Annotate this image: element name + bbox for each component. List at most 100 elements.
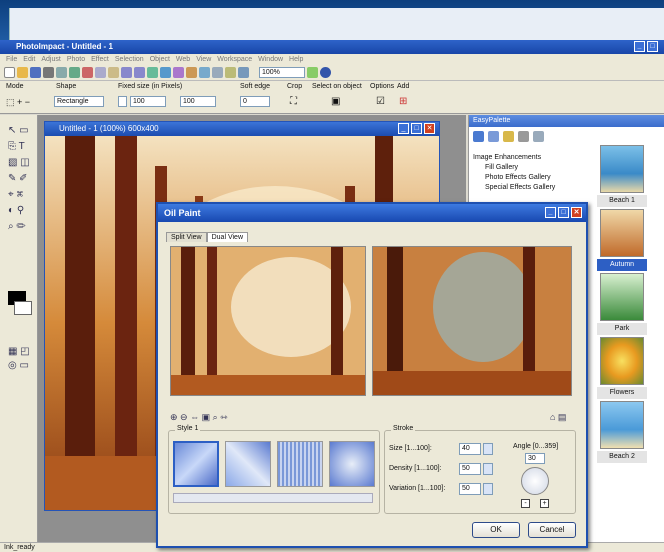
image-window-title: Untitled - 1 (100%) 600x400 — [59, 124, 159, 133]
thumb-label-beach-1: Beach 1 — [597, 195, 647, 207]
browse-icon[interactable] — [199, 67, 210, 78]
new-icon[interactable] — [4, 67, 15, 78]
palette-back-icon[interactable] — [488, 131, 499, 142]
density-field[interactable]: 50 — [459, 463, 481, 475]
density-spinner[interactable] — [483, 463, 493, 475]
effect-icon[interactable] — [147, 67, 158, 78]
frame-icon[interactable] — [186, 67, 197, 78]
dialog-close-button[interactable]: ✕ — [571, 207, 582, 218]
grid-icon[interactable] — [225, 67, 236, 78]
selection-mode-icons[interactable]: ⬚ + − — [6, 97, 30, 108]
menu-edit[interactable]: Edit — [23, 54, 35, 65]
tool-icon[interactable] — [307, 67, 318, 78]
tool-icons[interactable]: ↖ ▭ ⎘ T ▧ ◫ ✎ ✐ ⌖ ⌘ ◐ ⚲ ⌕ ✏ — [8, 123, 30, 235]
zoom-select[interactable]: 100% — [259, 67, 305, 78]
shape-label: Shape — [56, 83, 77, 90]
thumb-beach-2[interactable] — [600, 401, 644, 449]
open-icon[interactable] — [17, 67, 28, 78]
tree-item-special-effects[interactable]: Special Effects Gallery — [473, 183, 591, 193]
style-scrollbar[interactable] — [173, 493, 373, 503]
top-banner — [0, 0, 664, 40]
image-minimize-button[interactable]: _ — [398, 123, 409, 134]
shape-select[interactable]: Rectangle — [54, 96, 104, 107]
add-icon[interactable]: ⊞ — [399, 96, 407, 107]
menu-window[interactable]: Window — [258, 54, 283, 65]
background-color[interactable] — [14, 301, 32, 315]
height-field[interactable]: 100 — [180, 96, 216, 107]
minimize-button[interactable]: _ — [634, 41, 645, 52]
style-swatch-4[interactable] — [329, 441, 375, 487]
angle-dial[interactable] — [521, 467, 549, 495]
menu-help[interactable]: Help — [289, 54, 303, 65]
ok-button[interactable]: OK — [472, 522, 520, 538]
palette-home-icon[interactable] — [473, 131, 484, 142]
width-field[interactable]: 100 — [130, 96, 166, 107]
save-icon[interactable] — [30, 67, 41, 78]
options-label: Options — [370, 83, 395, 90]
help-icon[interactable] — [320, 67, 331, 78]
tab-dual-view[interactable]: Dual View — [206, 232, 248, 242]
copy-icon[interactable] — [95, 67, 106, 78]
variation-field[interactable]: 50 — [459, 483, 481, 495]
menu-selection[interactable]: Selection — [115, 54, 144, 65]
menu-adjust[interactable]: Adjust — [41, 54, 60, 65]
select-object-icon[interactable]: ▣ — [331, 96, 340, 107]
style-swatch-3[interactable] — [277, 441, 323, 487]
thumb-flowers[interactable] — [600, 337, 644, 385]
angle-decrease-button[interactable]: - — [521, 499, 530, 508]
size-field[interactable]: 40 — [459, 443, 481, 455]
options-icon[interactable]: ☑ — [376, 96, 385, 107]
app-title: PhotoImpact - Untitled - 1 — [16, 42, 113, 51]
thumb-autumn[interactable] — [600, 209, 644, 257]
tree-item-image-enhancements[interactable]: Image Enhancements — [473, 153, 591, 163]
view-tabs: Split View Dual View — [166, 232, 248, 242]
palette-icon[interactable] — [212, 67, 223, 78]
redo-icon[interactable] — [134, 67, 145, 78]
soft-edge-field[interactable]: 0 — [240, 96, 270, 107]
thumb-park[interactable] — [600, 273, 644, 321]
undo-icon[interactable] — [121, 67, 132, 78]
menu-view[interactable]: View — [196, 54, 211, 65]
tree-item-fill-gallery[interactable]: Fill Gallery — [473, 163, 591, 173]
variation-label: Variation [1...100]: — [389, 485, 446, 492]
dialog-maximize-button[interactable]: □ — [558, 207, 569, 218]
angle-field[interactable]: 30 — [525, 453, 545, 464]
zoom-tools[interactable]: ⊕ ⊖ ⇔ ▣ ⌕ ⇿ — [170, 412, 228, 423]
menu-object[interactable]: Object — [150, 54, 170, 65]
thumb-beach-1[interactable] — [600, 145, 644, 193]
crop-icon[interactable]: ⛶ — [290, 96, 297, 107]
style-swatch-1[interactable] — [173, 441, 219, 487]
dialog-titlebar: Oil Paint _ □ ✕ — [158, 204, 586, 222]
mode-icons[interactable]: ▦ ◰ ◎ ▭ — [8, 345, 30, 373]
paste-icon[interactable] — [108, 67, 119, 78]
dialog-title: Oil Paint — [164, 208, 201, 218]
image-close-button[interactable]: ✕ — [424, 123, 435, 134]
style-swatch-2[interactable] — [225, 441, 271, 487]
menu-effect[interactable]: Effect — [91, 54, 109, 65]
cut-icon[interactable] — [82, 67, 93, 78]
scan-icon[interactable] — [56, 67, 67, 78]
maximize-button[interactable]: □ — [647, 41, 658, 52]
fixed-size-checkbox[interactable] — [118, 96, 127, 107]
size-spinner[interactable] — [483, 443, 493, 455]
layer-icon[interactable] — [173, 67, 184, 78]
web-icon[interactable] — [160, 67, 171, 78]
preview-tools[interactable]: ⌂ ▤ — [550, 412, 566, 423]
image-maximize-button[interactable]: □ — [411, 123, 422, 134]
palette-view-icon[interactable] — [518, 131, 529, 142]
tab-split-view[interactable]: Split View — [166, 232, 207, 242]
tree-item-photo-effects[interactable]: Photo Effects Gallery — [473, 173, 591, 183]
palette-folder-icon[interactable] — [503, 131, 514, 142]
dialog-minimize-button[interactable]: _ — [545, 207, 556, 218]
preview-icon[interactable] — [69, 67, 80, 78]
cancel-button[interactable]: Cancel — [528, 522, 576, 538]
menu-web[interactable]: Web — [176, 54, 190, 65]
menu-workspace[interactable]: Workspace — [217, 54, 252, 65]
variation-spinner[interactable] — [483, 483, 493, 495]
angle-increase-button[interactable]: + — [540, 499, 549, 508]
palette-search-icon[interactable] — [533, 131, 544, 142]
print-icon[interactable] — [43, 67, 54, 78]
ruler-icon[interactable] — [238, 67, 249, 78]
menu-photo[interactable]: Photo — [67, 54, 85, 65]
menu-file[interactable]: File — [6, 54, 17, 65]
